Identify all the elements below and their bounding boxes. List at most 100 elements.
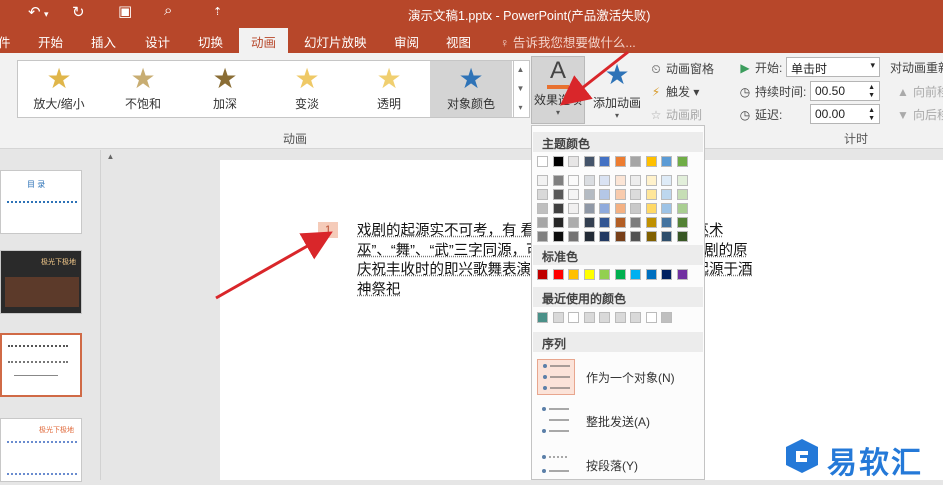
customize-qat-icon[interactable]: ⇡ — [213, 5, 222, 18]
theme-shade-swatch[interactable] — [614, 203, 626, 214]
theme-shade-swatch[interactable] — [614, 217, 626, 228]
theme-shade-swatch[interactable] — [583, 175, 595, 186]
recent-color-swatch[interactable] — [614, 312, 626, 323]
theme-shade-swatch[interactable] — [645, 189, 657, 200]
effect-grow-shrink[interactable]: ★ 放大/缩小 — [18, 61, 100, 117]
standard-color-swatch[interactable] — [645, 269, 657, 280]
standard-color-swatch[interactable] — [583, 269, 595, 280]
theme-shade-swatch[interactable] — [630, 217, 641, 228]
standard-color-swatch[interactable] — [614, 269, 626, 280]
theme-color-swatch[interactable] — [676, 156, 688, 167]
theme-shade-swatch[interactable] — [537, 217, 548, 228]
theme-color-swatch[interactable] — [645, 156, 657, 167]
theme-color-swatch[interactable] — [568, 156, 579, 167]
theme-shade-swatch[interactable] — [614, 175, 626, 186]
tab-design[interactable]: 设计 — [145, 32, 170, 51]
scroll-up-icon[interactable]: ▲ — [101, 152, 120, 161]
standard-color-swatch[interactable] — [630, 269, 641, 280]
theme-shade-swatch[interactable] — [583, 189, 595, 200]
theme-shade-swatch[interactable] — [661, 189, 672, 200]
undo-icon[interactable]: ↶ — [28, 3, 41, 21]
theme-shade-swatch[interactable] — [552, 231, 564, 242]
theme-shade-swatch[interactable] — [630, 231, 641, 242]
sequence-as-one-object[interactable]: 作为一个对象(N) — [533, 357, 703, 397]
theme-shade-swatch[interactable] — [599, 203, 610, 214]
slide-thumb-3-active[interactable] — [0, 333, 82, 397]
theme-shade-swatch[interactable] — [568, 217, 579, 228]
animation-painter-button[interactable]: ☆ 动画刷 — [649, 106, 702, 123]
tell-me-box[interactable]: ♀ 告诉我您想要做什么... — [500, 32, 636, 51]
theme-color-swatch[interactable] — [537, 156, 548, 167]
theme-shade-swatch[interactable] — [661, 175, 672, 186]
theme-shade-swatch[interactable] — [537, 189, 548, 200]
recent-color-swatch[interactable] — [645, 312, 657, 323]
theme-shade-swatch[interactable] — [645, 175, 657, 186]
theme-shade-swatch[interactable] — [630, 203, 641, 214]
recent-color-swatch[interactable] — [568, 312, 579, 323]
recent-color-swatch[interactable] — [583, 312, 595, 323]
trigger-button[interactable]: ⚡ 触发 ▾ — [649, 83, 700, 100]
theme-shade-swatch[interactable] — [661, 203, 672, 214]
theme-shade-swatch[interactable] — [568, 189, 579, 200]
theme-shade-swatch[interactable] — [583, 217, 595, 228]
theme-shade-swatch[interactable] — [630, 189, 641, 200]
tab-animations[interactable]: 动画 — [239, 28, 289, 53]
theme-shade-swatch[interactable] — [599, 189, 610, 200]
theme-shade-swatch[interactable] — [537, 175, 548, 186]
animation-pane-button[interactable]: ⏲ 动画窗格 — [649, 60, 714, 77]
tab-file[interactable]: 件 — [0, 32, 11, 51]
theme-shade-swatch[interactable] — [537, 231, 548, 242]
theme-shade-swatch[interactable] — [614, 231, 626, 242]
theme-shade-swatch[interactable] — [676, 231, 688, 242]
theme-shade-swatch[interactable] — [552, 189, 564, 200]
slide-thumb-1[interactable]: 目 录 — [0, 170, 82, 234]
theme-color-swatch[interactable] — [614, 156, 626, 167]
effect-desaturate[interactable]: ★ 不饱和 — [102, 61, 184, 117]
move-earlier-button[interactable]: ▲向前移 — [896, 83, 943, 100]
theme-shade-swatch[interactable] — [676, 217, 688, 228]
thumb-scrollbar[interactable]: ▲ — [100, 150, 120, 480]
tab-home[interactable]: 开始 — [38, 32, 63, 51]
undo-dropdown-icon[interactable]: ▾ — [44, 9, 49, 20]
spinner-icon[interactable]: ▲ ▼ — [868, 84, 875, 100]
theme-shade-swatch[interactable] — [552, 217, 564, 228]
theme-color-swatch[interactable] — [661, 156, 672, 167]
recent-color-swatch[interactable] — [661, 312, 672, 323]
sequence-by-paragraph[interactable]: 按段落(Y) — [533, 445, 703, 485]
redo-icon[interactable]: ↻ — [72, 3, 85, 21]
theme-shade-swatch[interactable] — [599, 231, 610, 242]
start-from-beginning-icon[interactable]: ▣ — [118, 2, 132, 20]
tab-transitions[interactable]: 切换 — [198, 32, 223, 51]
effect-options-button[interactable]: A 效果选项 ▾ — [531, 56, 585, 124]
theme-shade-swatch[interactable] — [614, 189, 626, 200]
slide-thumb-4[interactable]: 极光下极地 — [0, 418, 82, 482]
theme-shade-swatch[interactable] — [661, 231, 672, 242]
theme-shade-swatch[interactable] — [552, 203, 564, 214]
slide-thumb-2[interactable]: 极光下极地 — [0, 250, 82, 314]
tab-insert[interactable]: 插入 — [91, 32, 116, 51]
start-select[interactable]: 单击时 ▾ — [786, 57, 880, 77]
theme-shade-swatch[interactable] — [583, 203, 595, 214]
theme-shade-swatch[interactable] — [676, 189, 688, 200]
sequence-all-at-once[interactable]: 整批发送(A) — [533, 401, 703, 441]
standard-color-swatch[interactable] — [676, 269, 688, 280]
gallery-scroll-up-icon[interactable]: ▲ — [514, 60, 527, 79]
move-later-button[interactable]: ▼向后移 — [896, 106, 943, 123]
effect-darken[interactable]: ★ 加深 — [184, 61, 266, 117]
tab-view[interactable]: 视图 — [446, 32, 471, 51]
gallery-scroll-down-icon[interactable]: ▼ — [514, 79, 527, 98]
theme-shade-swatch[interactable] — [568, 203, 579, 214]
theme-shade-swatch[interactable] — [645, 203, 657, 214]
theme-shade-swatch[interactable] — [630, 175, 641, 186]
theme-shade-swatch[interactable] — [645, 217, 657, 228]
theme-shade-swatch[interactable] — [599, 175, 610, 186]
theme-color-swatch[interactable] — [583, 156, 595, 167]
theme-shade-swatch[interactable] — [552, 175, 564, 186]
standard-color-swatch[interactable] — [661, 269, 672, 280]
theme-shade-swatch[interactable] — [661, 217, 672, 228]
theme-shade-swatch[interactable] — [676, 175, 688, 186]
theme-shade-swatch[interactable] — [568, 231, 579, 242]
standard-color-swatch[interactable] — [537, 269, 548, 280]
theme-shade-swatch[interactable] — [599, 217, 610, 228]
spinner-icon[interactable]: ▲ ▼ — [868, 107, 875, 123]
